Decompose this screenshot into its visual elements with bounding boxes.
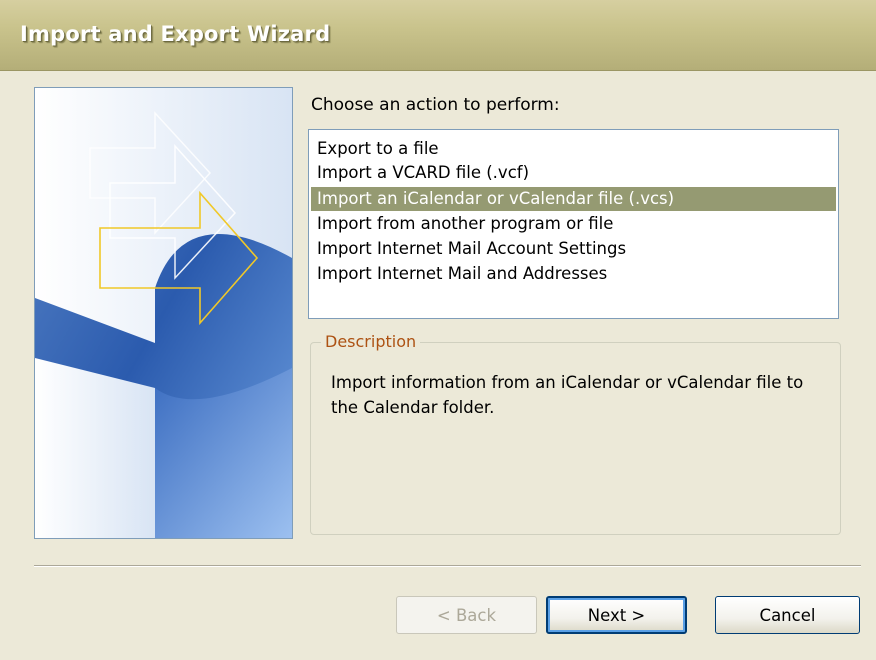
next-button[interactable]: Next >: [546, 596, 687, 634]
list-item-import-program[interactable]: Import from another program or file: [311, 212, 613, 236]
wizard-header: Import and Export Wizard: [0, 0, 876, 71]
list-item-import-mail-settings[interactable]: Import Internet Mail Account Settings: [311, 237, 626, 261]
wizard-arrows-icon: [34, 87, 293, 539]
footer-separator: [34, 565, 861, 567]
action-prompt-label: Choose an action to perform:: [311, 95, 560, 115]
list-item-import-vcard[interactable]: Import a VCARD file (.vcf): [311, 161, 529, 185]
description-legend: Description: [321, 332, 421, 351]
list-item-export-file[interactable]: Export to a file: [311, 137, 439, 161]
action-listbox[interactable]: Export to a file Import a VCARD file (.v…: [308, 129, 839, 319]
back-button[interactable]: < Back: [396, 596, 537, 634]
description-text: Import information from an iCalendar or …: [331, 373, 804, 417]
cancel-button[interactable]: Cancel: [715, 596, 860, 634]
description-groupbox: Description Import information from an i…: [310, 332, 841, 535]
window-title: Import and Export Wizard: [20, 22, 331, 46]
list-item-import-icalendar[interactable]: Import an iCalendar or vCalendar file (.…: [311, 187, 836, 211]
prompt-text: Choose an action to perform:: [311, 95, 560, 115]
list-item-import-mail-addresses[interactable]: Import Internet Mail and Addresses: [311, 262, 607, 286]
